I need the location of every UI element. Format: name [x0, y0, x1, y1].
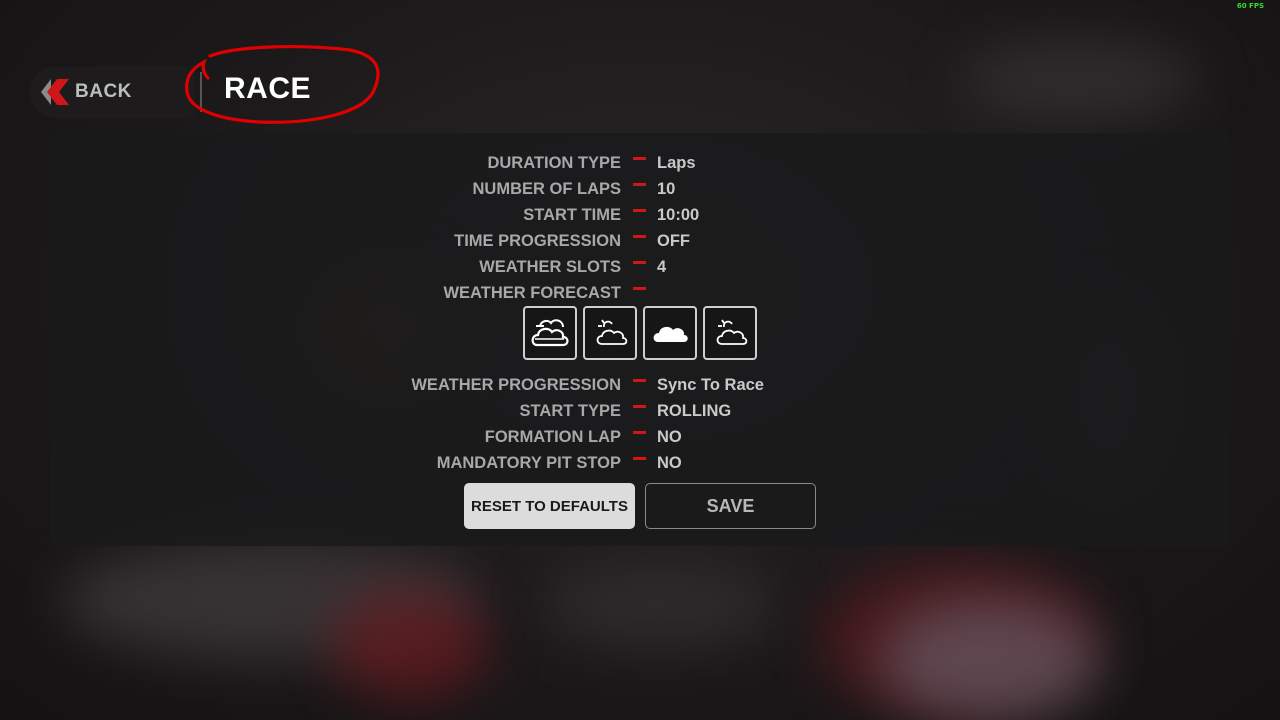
setting-dash	[633, 405, 646, 408]
partly-cloudy-icon	[596, 319, 628, 345]
setting-label: FORMATION LAP	[484, 428, 621, 446]
setting-dash	[633, 157, 646, 160]
setting-label: WEATHER PROGRESSION	[411, 376, 621, 394]
setting-dash	[633, 379, 646, 382]
back-label: BACK	[75, 81, 132, 102]
setting-row-start-type[interactable]: START TYPE ROLLING	[0, 398, 1280, 424]
page-title: RACE	[224, 72, 312, 105]
setting-row-time-progression[interactable]: TIME PROGRESSION OFF	[0, 228, 1280, 254]
setting-label: DURATION TYPE	[487, 154, 621, 172]
setting-value[interactable]: NO	[657, 454, 682, 473]
setting-dash	[633, 431, 646, 434]
setting-dash	[633, 183, 646, 186]
setting-value[interactable]: Sync To Race	[657, 376, 764, 395]
setting-value[interactable]: NO	[657, 428, 682, 447]
setting-value[interactable]: 10:00	[657, 206, 699, 225]
setting-row-weather-slots[interactable]: WEATHER SLOTS 4	[0, 254, 1280, 280]
setting-row-duration-type[interactable]: DURATION TYPE Laps	[0, 150, 1280, 176]
cloudy-icon	[653, 326, 688, 342]
setting-dash	[633, 457, 646, 460]
title-divider	[200, 72, 202, 112]
setting-value[interactable]: 10	[657, 180, 675, 199]
weather-slot-3[interactable]	[643, 306, 697, 360]
setting-label: WEATHER SLOTS	[479, 258, 621, 276]
setting-value[interactable]: ROLLING	[657, 402, 731, 421]
weather-slot-1[interactable]	[523, 306, 577, 360]
weather-slot-2[interactable]	[583, 306, 637, 360]
setting-label: START TYPE	[519, 402, 621, 420]
setting-dash	[633, 261, 646, 264]
setting-dash	[633, 287, 646, 290]
setting-dash	[633, 235, 646, 238]
back-button[interactable]: BACK	[30, 66, 195, 118]
partly-cloudy-icon	[716, 319, 748, 345]
setting-label: TIME PROGRESSION	[454, 232, 621, 250]
setting-value[interactable]: OFF	[657, 232, 690, 251]
setting-label: MANDATORY PIT STOP	[436, 454, 621, 472]
overcast-icon	[531, 319, 569, 347]
reset-to-defaults-button[interactable]: RESET TO DEFAULTS	[464, 483, 635, 529]
setting-row-mandatory-pit-stop[interactable]: MANDATORY PIT STOP NO	[0, 450, 1280, 476]
setting-dash	[633, 209, 646, 212]
setting-row-weather-forecast: WEATHER FORECAST	[0, 280, 1280, 306]
setting-row-start-time[interactable]: START TIME 10:00	[0, 202, 1280, 228]
setting-label: START TIME	[523, 206, 621, 224]
weather-slot-4[interactable]	[703, 306, 757, 360]
weather-forecast-slots	[523, 306, 763, 360]
setting-label: NUMBER OF LAPS	[472, 180, 622, 198]
fps-counter: 60 FPS	[1236, 2, 1264, 10]
back-arrow-icon	[41, 79, 69, 105]
setting-row-weather-progression[interactable]: WEATHER PROGRESSION Sync To Race	[0, 372, 1280, 398]
setting-label: WEATHER FORECAST	[443, 284, 621, 302]
save-button[interactable]: SAVE	[645, 483, 816, 529]
setting-row-number-of-laps[interactable]: NUMBER OF LAPS 10	[0, 176, 1280, 202]
setting-value[interactable]: 4	[657, 258, 666, 277]
setting-value[interactable]: Laps	[657, 154, 696, 173]
setting-row-formation-lap[interactable]: FORMATION LAP NO	[0, 424, 1280, 450]
